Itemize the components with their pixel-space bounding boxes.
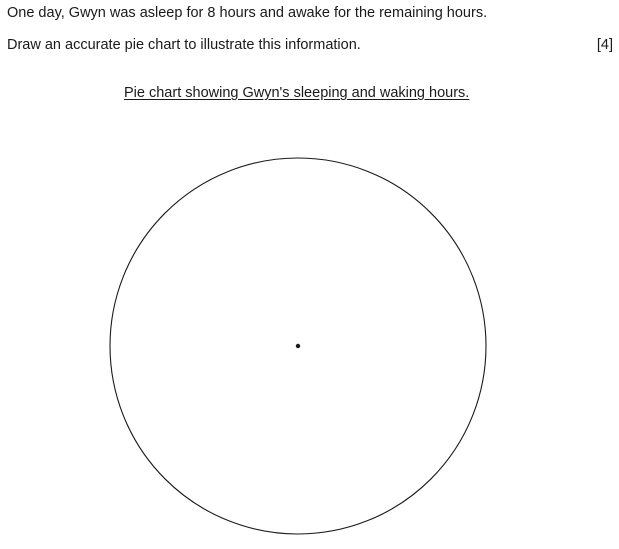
marks-label: [4]: [596, 37, 613, 53]
pie-center-dot: [295, 343, 301, 349]
pie-chart-title: Pie chart showing Gwyn's sleeping and wa…: [124, 85, 470, 101]
question-text-line-1: One day, Gwyn was asleep for 8 hours and…: [7, 5, 488, 21]
blank-pie-circle: [109, 157, 487, 535]
pie-chart-drawing-area: [109, 157, 487, 535]
question-text-line-2: Draw an accurate pie chart to illustrate…: [7, 37, 361, 53]
